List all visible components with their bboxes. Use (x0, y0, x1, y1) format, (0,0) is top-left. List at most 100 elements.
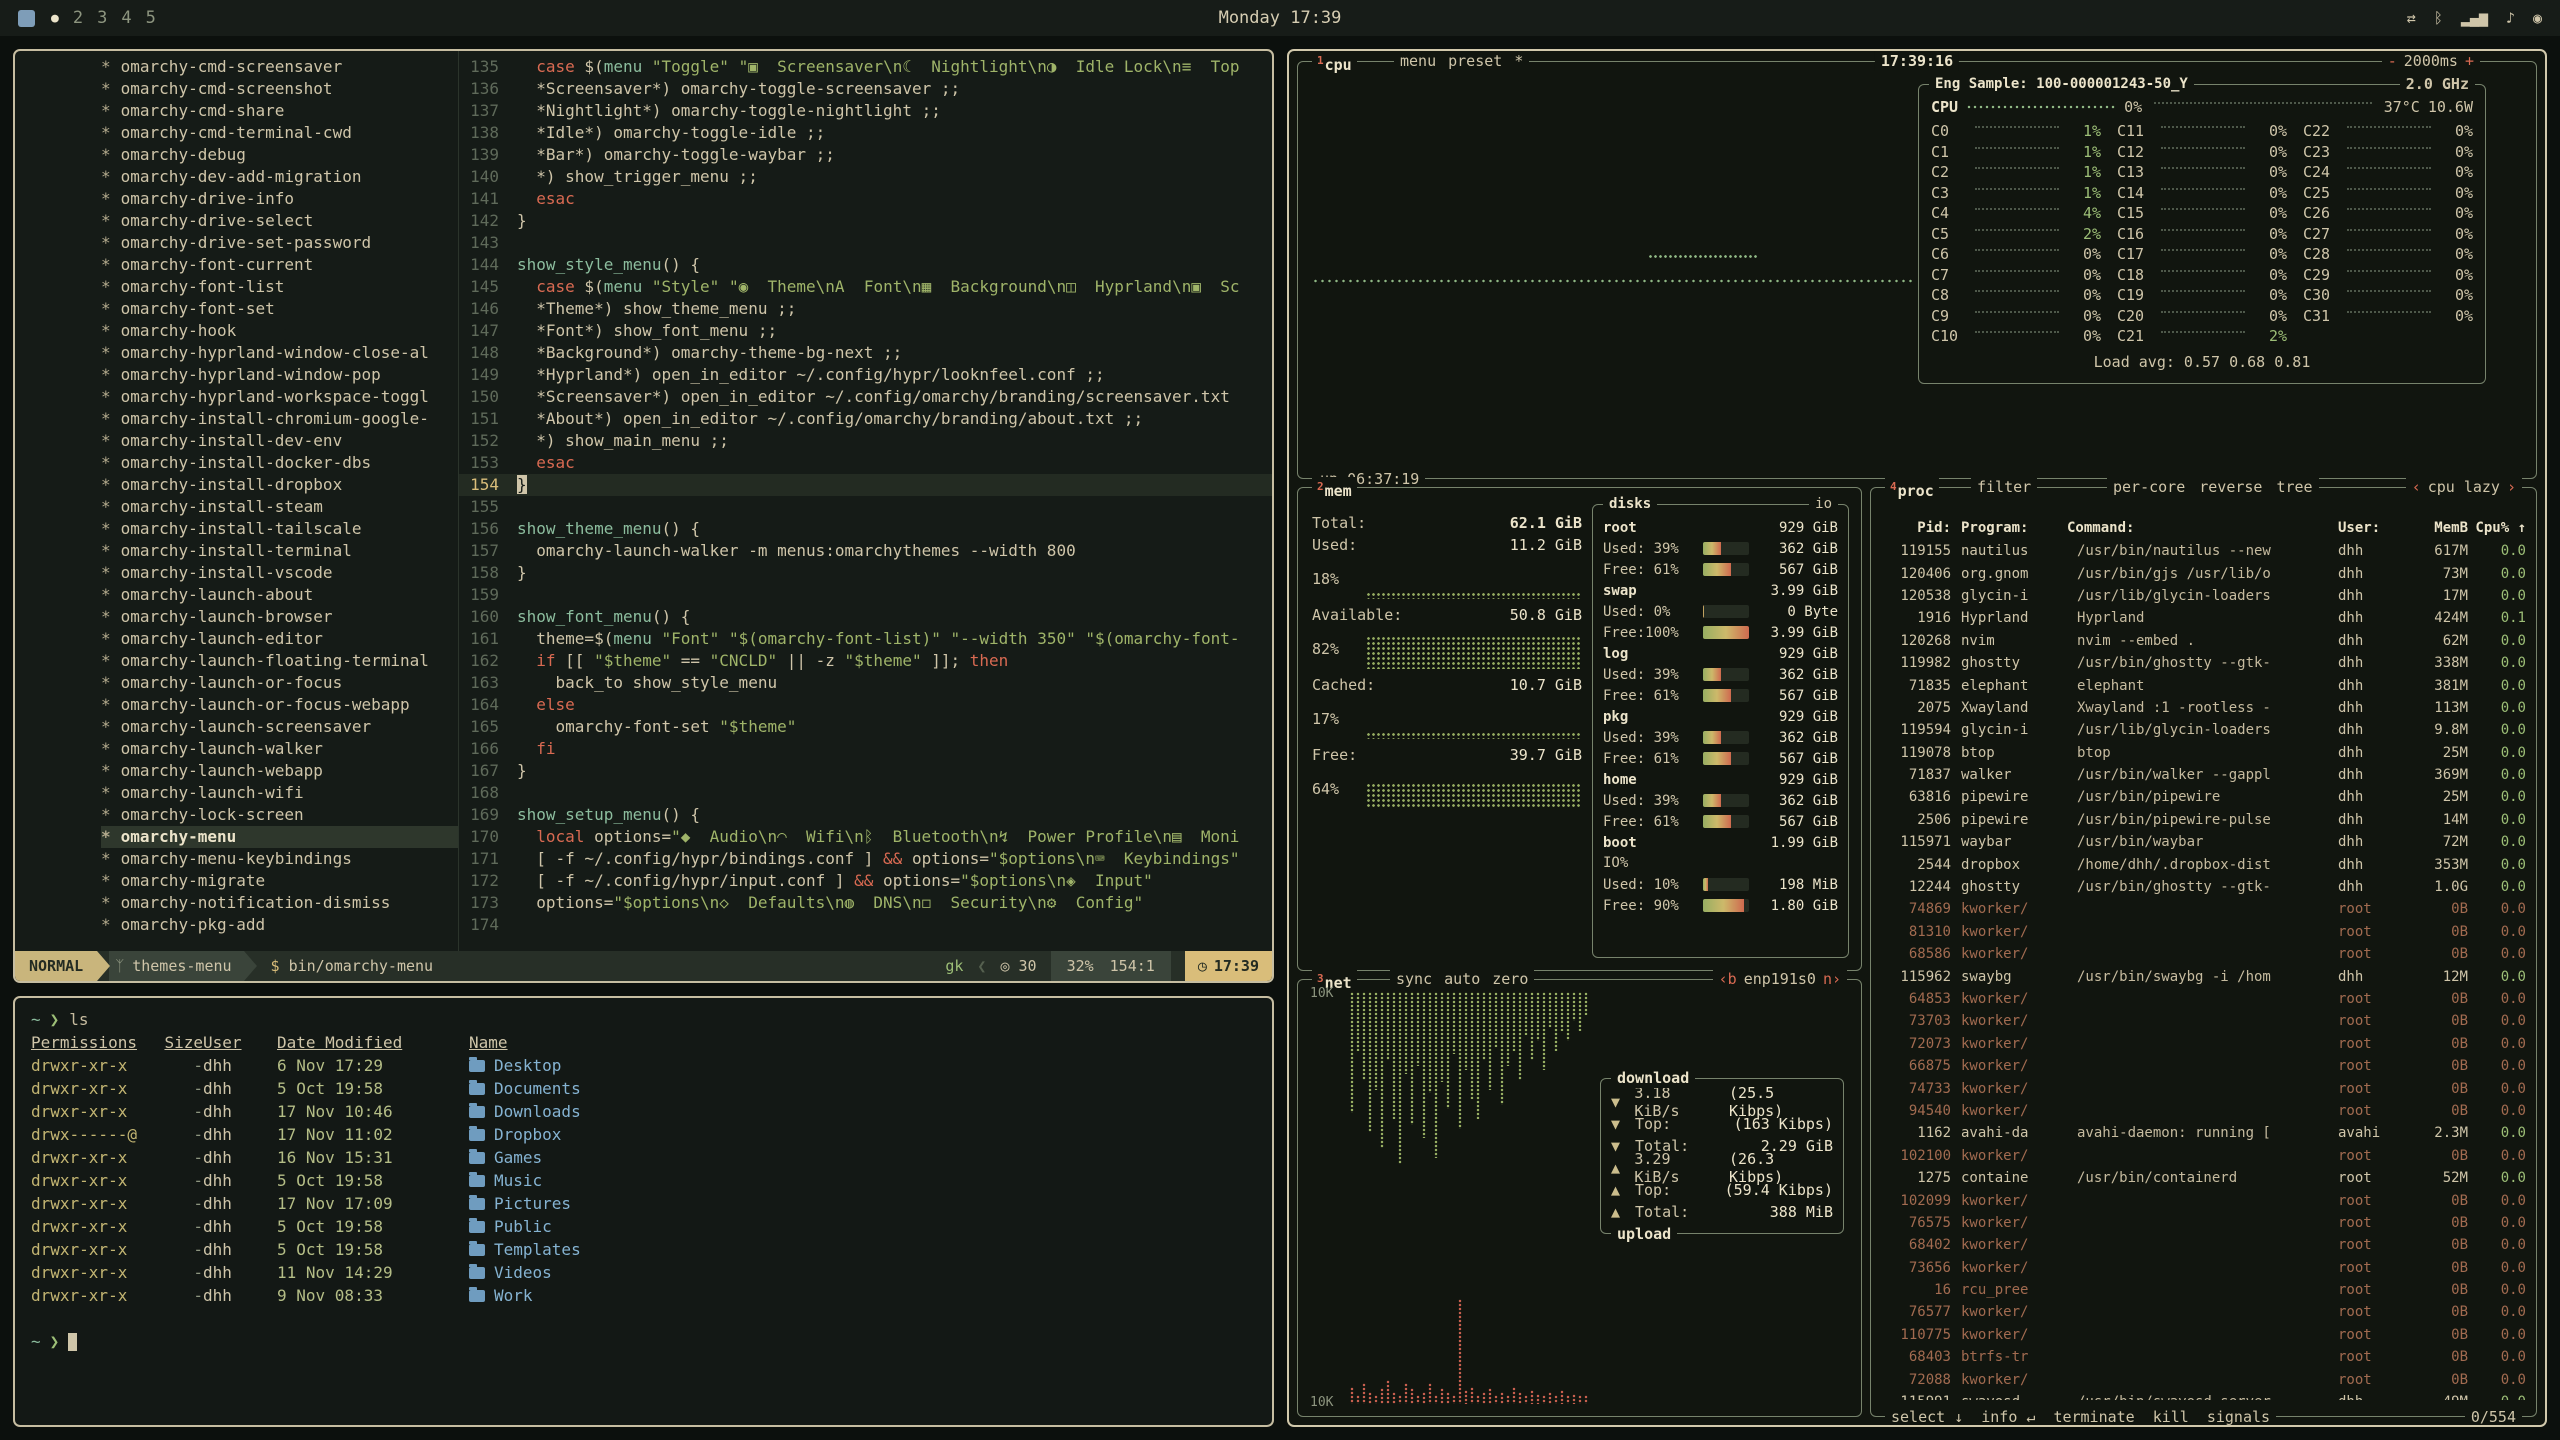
file-tree[interactable]: *omarchy-cmd-screensaver*omarchy-cmd-scr… (15, 51, 459, 951)
terminal-prompt-line[interactable]: ~ ❯ (31, 1330, 1256, 1353)
proc-column-header[interactable]: Command: (2067, 520, 2338, 536)
file-item[interactable]: *omarchy-font-current (101, 254, 458, 276)
code-pane[interactable]: 135 case $(menu "Toggle" "▣ Screensaver\… (459, 51, 1272, 951)
file-item[interactable]: *omarchy-drive-select (101, 210, 458, 232)
process-row[interactable]: 120538glycin-i/usr/lib/glycin-loadersdhh… (1883, 585, 2526, 607)
sort-prev-button[interactable]: ‹ (2412, 477, 2421, 497)
process-row[interactable]: 110775kworker/root0B0.0 (1883, 1324, 2526, 1346)
process-row[interactable]: 68586kworker/root0B0.0 (1883, 943, 2526, 965)
proc-footer-button[interactable]: select ↓ (1891, 1407, 1963, 1427)
file-item[interactable]: *omarchy-launch-editor (101, 628, 458, 650)
file-item[interactable]: *omarchy-hook (101, 320, 458, 342)
file-item[interactable]: *omarchy-notification-dismiss (101, 892, 458, 914)
process-row[interactable]: 119594glycin-i/usr/lib/glycin-loadersdhh… (1883, 719, 2526, 741)
io-mode-button[interactable]: io (1809, 494, 1838, 514)
volume-icon[interactable]: ♪ (2506, 9, 2515, 27)
filter-button[interactable]: filter (1971, 477, 2037, 497)
cpu-button-menu[interactable]: menu (1400, 51, 1436, 71)
file-item[interactable]: *omarchy-hyprland-window-close-al (101, 342, 458, 364)
proc-option-tree[interactable]: tree (2276, 477, 2312, 497)
workspace-button[interactable]: 2 (73, 8, 83, 28)
proc-footer-button[interactable]: kill (2153, 1407, 2189, 1427)
file-item[interactable]: *omarchy-menu (101, 826, 458, 848)
workspace-button[interactable]: 4 (121, 8, 131, 28)
process-list[interactable]: 119155nautilus/usr/bin/nautilus --newdhh… (1883, 540, 2526, 1400)
file-item[interactable]: *omarchy-launch-browser (101, 606, 458, 628)
process-row[interactable]: 72073kworker/root0B0.0 (1883, 1033, 2526, 1055)
process-row[interactable]: 102100kworker/root0B0.0 (1883, 1145, 2526, 1167)
proc-column-header[interactable]: User: (2338, 520, 2404, 536)
process-row[interactable]: 68402kworker/root0B0.0 (1883, 1234, 2526, 1256)
file-item[interactable]: *omarchy-install-chromium-google- (101, 408, 458, 430)
net-button-zero[interactable]: zero (1492, 969, 1528, 989)
file-item[interactable]: *omarchy-cmd-share (101, 100, 458, 122)
process-row[interactable]: 12244ghostty/usr/bin/ghostty --gtk-dhh1.… (1883, 876, 2526, 898)
file-item[interactable]: *omarchy-launch-webapp (101, 760, 458, 782)
terminal-window[interactable]: ~ ❯ ls PermissionsSizeUserDate ModifiedN… (13, 996, 1274, 1427)
file-item[interactable]: *omarchy-install-dev-env (101, 430, 458, 452)
proc-footer-button[interactable]: info ↵ (1981, 1407, 2035, 1427)
process-row[interactable]: 71837walker/usr/bin/walker --gappldhh369… (1883, 764, 2526, 786)
file-item[interactable]: *omarchy-menu-keybindings (101, 848, 458, 870)
interface-prev-button[interactable]: ‹b (1719, 969, 1737, 989)
process-row[interactable]: 102099kworker/root0B0.0 (1883, 1189, 2526, 1211)
process-row[interactable]: 115991swayosd-/usr/bin/swayosd-serverdhh… (1883, 1391, 2526, 1400)
file-item[interactable]: *omarchy-launch-walker (101, 738, 458, 760)
file-item[interactable]: *omarchy-launch-or-focus (101, 672, 458, 694)
interface-next-button[interactable]: n› (1823, 969, 1841, 989)
process-row[interactable]: 120268nvimnvim --embed .dhh62M0.0 (1883, 630, 2526, 652)
cpu-meter-icon[interactable]: ▂▄▆ (2461, 9, 2488, 27)
workspace-active-indicator[interactable]: ● (51, 11, 59, 26)
net-button-sync[interactable]: sync (1396, 969, 1432, 989)
process-row[interactable]: 94540kworker/root0B0.0 (1883, 1100, 2526, 1122)
proc-footer-button[interactable]: terminate (2053, 1407, 2134, 1427)
process-row[interactable]: 76575kworker/root0B0.0 (1883, 1212, 2526, 1234)
process-row[interactable]: 1275containe/usr/bin/containerdroot52M0.… (1883, 1167, 2526, 1189)
file-item[interactable]: *omarchy-hyprland-window-pop (101, 364, 458, 386)
proc-footer-button[interactable]: signals (2207, 1407, 2270, 1427)
file-item[interactable]: *omarchy-font-list (101, 276, 458, 298)
file-item[interactable]: *omarchy-launch-wifi (101, 782, 458, 804)
proc-column-header[interactable]: Cpu% ↑ (2468, 520, 2526, 536)
file-item[interactable]: *omarchy-font-set (101, 298, 458, 320)
file-item[interactable]: *omarchy-lock-screen (101, 804, 458, 826)
process-row[interactable]: 115962swaybg/usr/bin/swaybg -i /homdhh12… (1883, 965, 2526, 987)
process-row[interactable]: 2506pipewire/usr/bin/pipewire-pulsedhh14… (1883, 809, 2526, 831)
process-row[interactable]: 74733kworker/root0B0.0 (1883, 1077, 2526, 1099)
proc-column-header[interactable]: MemB (2404, 520, 2468, 536)
power-icon[interactable]: ◉ (2533, 9, 2542, 27)
proc-option-per-core[interactable]: per-core (2113, 477, 2185, 497)
interval-increase-button[interactable]: + (2465, 51, 2474, 71)
sync-icon[interactable]: ⇄ (2407, 9, 2416, 27)
file-item[interactable]: *omarchy-launch-about (101, 584, 458, 606)
file-item[interactable]: *omarchy-drive-set-password (101, 232, 458, 254)
process-row[interactable]: 115971waybar/usr/bin/waybardhh72M0.0 (1883, 831, 2526, 853)
cpu-button-preset[interactable]: preset (1448, 51, 1502, 71)
omarchy-logo-icon[interactable] (18, 10, 35, 27)
file-item[interactable]: *omarchy-launch-floating-terminal (101, 650, 458, 672)
process-row[interactable]: 1162avahi-daavahi-daemon: running [avahi… (1883, 1122, 2526, 1144)
process-row[interactable]: 81310kworker/root0B0.0 (1883, 921, 2526, 943)
file-item[interactable]: *omarchy-install-tailscale (101, 518, 458, 540)
process-row[interactable]: 72088kworker/root0B0.0 (1883, 1368, 2526, 1390)
bluetooth-icon[interactable]: ᛒ (2434, 9, 2443, 27)
process-row[interactable]: 73703kworker/root0B0.0 (1883, 1010, 2526, 1032)
workspace-button[interactable]: 3 (97, 8, 107, 28)
proc-option-reverse[interactable]: reverse (2199, 477, 2262, 497)
file-item[interactable]: *omarchy-launch-or-focus-webapp (101, 694, 458, 716)
process-row[interactable]: 71835elephantelephantdhh381M0.0 (1883, 674, 2526, 696)
file-item[interactable]: *omarchy-debug (101, 144, 458, 166)
process-row[interactable]: 66875kworker/root0B0.0 (1883, 1055, 2526, 1077)
file-item[interactable]: *omarchy-pkg-add (101, 914, 458, 936)
file-item[interactable]: *omarchy-cmd-terminal-cwd (101, 122, 458, 144)
file-item[interactable]: *omarchy-install-vscode (101, 562, 458, 584)
proc-column-header[interactable]: Program: (1961, 520, 2067, 536)
process-row[interactable]: 68403btrfs-trroot0B0.0 (1883, 1346, 2526, 1368)
file-item[interactable]: *omarchy-install-steam (101, 496, 458, 518)
process-row[interactable]: 74869kworker/root0B0.0 (1883, 898, 2526, 920)
file-item[interactable]: *omarchy-migrate (101, 870, 458, 892)
process-row[interactable]: 119982ghostty/usr/bin/ghostty --gtk-dhh3… (1883, 652, 2526, 674)
process-row[interactable]: 76577kworker/root0B0.0 (1883, 1301, 2526, 1323)
workspace-button[interactable]: 5 (146, 8, 156, 28)
process-row[interactable]: 16rcu_preeroot0B0.0 (1883, 1279, 2526, 1301)
